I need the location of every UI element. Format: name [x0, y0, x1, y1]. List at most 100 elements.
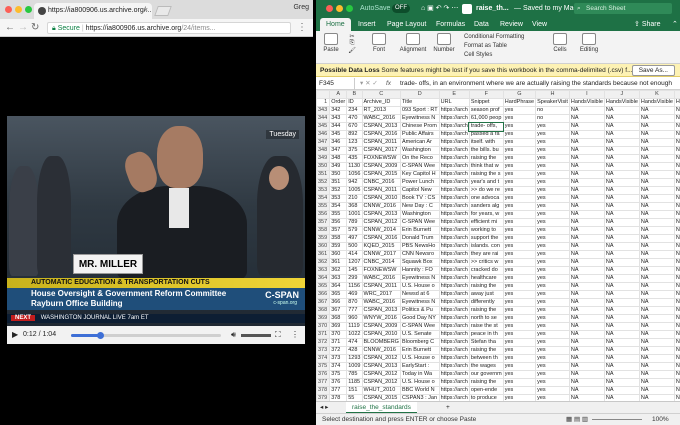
cell[interactable]: NA: [673, 202, 680, 211]
tab-page-layout[interactable]: Page Layout: [381, 18, 432, 31]
cell-styles-button[interactable]: Cell Styles: [464, 51, 544, 60]
cell[interactable]: 346: [329, 138, 348, 147]
header-cell[interactable]: HandFree: [673, 98, 680, 107]
cell[interactable]: 469: [346, 290, 363, 299]
cell[interactable]: NA: [638, 122, 675, 131]
cell[interactable]: NA: [638, 146, 675, 155]
number-button[interactable]: Number: [432, 33, 456, 53]
header-cell[interactable]: ID: [346, 98, 363, 107]
cell[interactable]: yes: [502, 170, 537, 179]
cell[interactable]: passed a ra: [468, 130, 504, 139]
cell[interactable]: 347: [329, 146, 348, 155]
cell[interactable]: 234: [346, 106, 363, 115]
cell[interactable]: https://arch: [438, 226, 470, 235]
cell[interactable]: NA: [673, 170, 680, 179]
column-header[interactable]: F: [468, 90, 504, 99]
cell[interactable]: yes: [502, 322, 537, 331]
row-number[interactable]: 378: [316, 386, 331, 395]
cell[interactable]: https://arch: [438, 234, 470, 243]
cell[interactable]: NA: [568, 226, 605, 235]
cell[interactable]: yes: [502, 362, 537, 371]
cell[interactable]: for years, w: [468, 210, 504, 219]
cell[interactable]: NA: [568, 266, 605, 275]
cell[interactable]: yes: [502, 154, 537, 163]
forward-arrow-icon[interactable]: →: [18, 22, 28, 34]
cell[interactable]: NA: [638, 170, 675, 179]
cell[interactable]: NA: [673, 306, 680, 315]
cell[interactable]: NA: [568, 138, 605, 147]
cell[interactable]: PBS NewsHo: [399, 242, 440, 251]
row-number[interactable]: 359: [316, 234, 331, 243]
header-cell[interactable]: HandsVisible: [603, 98, 640, 107]
cell[interactable]: 345: [329, 130, 348, 139]
cell[interactable]: peace in th: [468, 330, 504, 339]
cell[interactable]: 358: [329, 234, 348, 243]
cell[interactable]: 960: [346, 314, 363, 323]
new-tab-button[interactable]: [154, 6, 172, 16]
cell[interactable]: yes: [535, 282, 570, 291]
cell[interactable]: NA: [638, 178, 675, 187]
cell[interactable]: NA: [603, 274, 640, 283]
minimize-window-icon[interactable]: [15, 6, 22, 13]
cell[interactable]: NA: [638, 130, 675, 139]
header-cell[interactable]: HardPhrase: [502, 98, 537, 107]
seek-handle[interactable]: [96, 332, 104, 339]
cell[interactable]: 145: [346, 266, 363, 275]
cell[interactable]: WNYW_2016: [361, 314, 401, 323]
cell[interactable]: yes: [502, 386, 537, 395]
cell[interactable]: NA: [568, 162, 605, 171]
cell[interactable]: CSPAN_2009: [361, 322, 401, 331]
cell[interactable]: NA: [638, 226, 675, 235]
cell[interactable]: 356: [329, 218, 348, 227]
cell[interactable]: https://arch: [438, 242, 470, 251]
cell[interactable]: Book TV : CS: [399, 194, 440, 203]
cell[interactable]: NA: [603, 130, 640, 139]
row-number[interactable]: 371: [316, 330, 331, 339]
header-cell[interactable]: URL: [438, 98, 470, 107]
cell[interactable]: NA: [638, 234, 675, 243]
cell[interactable]: CSPAN_2011: [361, 282, 401, 291]
browser-tab[interactable]: https://ia800906.us.archive.org/... ×: [34, 3, 152, 19]
cell[interactable]: NA: [638, 362, 675, 371]
seek-bar[interactable]: [71, 332, 221, 339]
cell[interactable]: 375: [346, 146, 363, 155]
cell[interactable]: 365: [329, 290, 348, 299]
cell[interactable]: NA: [603, 170, 640, 179]
cell[interactable]: NA: [568, 114, 605, 123]
cell[interactable]: NA: [638, 194, 675, 203]
cell[interactable]: yes: [502, 202, 537, 211]
row-number[interactable]: 352: [316, 178, 331, 187]
back-arrow-icon[interactable]: ←: [5, 22, 15, 34]
name-box[interactable]: F345: [319, 78, 355, 90]
cell[interactable]: yes: [535, 306, 570, 315]
cell[interactable]: think that w: [468, 162, 504, 171]
cell[interactable]: 497: [346, 234, 363, 243]
cell[interactable]: Eyewitness N: [399, 274, 440, 283]
cell[interactable]: 1009: [346, 362, 363, 371]
cell[interactable]: yes: [502, 370, 537, 379]
cell[interactable]: north to se: [468, 314, 504, 323]
cell[interactable]: C-SPAN Wee: [399, 162, 440, 171]
header-cell[interactable]: Archive_ID: [361, 98, 401, 107]
row-number[interactable]: 348: [316, 146, 331, 155]
cell[interactable]: raising the: [468, 282, 504, 291]
cell[interactable]: CNNW_2014: [361, 226, 401, 235]
cell[interactable]: NA: [673, 106, 680, 115]
row-number[interactable]: 364: [316, 274, 331, 283]
cell[interactable]: NA: [568, 362, 605, 371]
cell[interactable]: NA: [568, 346, 605, 355]
cell[interactable]: CSPAN_2016: [361, 234, 401, 243]
cell[interactable]: NA: [568, 274, 605, 283]
cell[interactable]: yes: [535, 154, 570, 163]
cell[interactable]: yes: [535, 258, 570, 267]
cell[interactable]: 210: [346, 194, 363, 203]
cell[interactable]: 371: [329, 338, 348, 347]
cell[interactable]: CNN Newsro: [399, 250, 440, 259]
row-number[interactable]: 355: [316, 202, 331, 211]
cell[interactable]: NA: [673, 186, 680, 195]
cell[interactable]: NA: [673, 266, 680, 275]
cell[interactable]: 1119: [346, 322, 363, 331]
font-button[interactable]: Font: [370, 33, 388, 53]
cell[interactable]: https://arch: [438, 138, 470, 147]
zoom-window-icon[interactable]: [25, 6, 32, 13]
